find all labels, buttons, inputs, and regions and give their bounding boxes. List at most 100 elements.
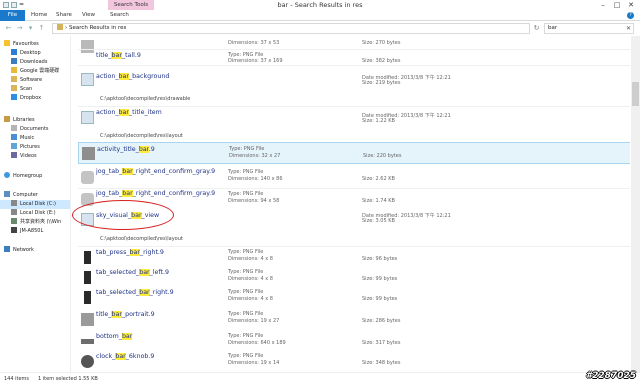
nav-favourites[interactable]: Favourites: [4, 40, 39, 49]
file-type: Type: PNG File: [228, 169, 264, 175]
nav-local-disk-c[interactable]: Local Disk (C:): [0, 200, 70, 209]
scrollbar-thumb[interactable]: [632, 82, 639, 106]
file-size: Size: 270 bytes: [362, 40, 401, 46]
nav-downloads[interactable]: Downloads: [11, 58, 47, 67]
file-size: Size: 3.05 KB: [362, 218, 395, 224]
file-name: action_bar_background: [96, 73, 170, 80]
list-item[interactable]: action_bar_background Date modified: 201…: [78, 68, 630, 104]
nav-device[interactable]: JM-A850L: [11, 227, 43, 236]
file-type: Type: PNG File: [228, 353, 264, 359]
disk-icon: [11, 209, 17, 215]
forward-button[interactable]: →: [15, 24, 24, 33]
computer-icon: [4, 191, 10, 197]
tab-search[interactable]: Search: [110, 10, 129, 21]
file-size: Size: 382 bytes: [362, 58, 401, 64]
xml-file-icon: [81, 111, 94, 124]
nav-homegroup[interactable]: Homegroup: [4, 172, 42, 181]
file-name: tab_selected_bar_left.9: [96, 269, 170, 276]
file-size: Size: 2.62 KB: [362, 176, 395, 182]
clear-search-icon[interactable]: ✕: [626, 24, 631, 33]
minimize-button[interactable]: –: [596, 0, 610, 10]
explorer-window: = Search Tools bar - Search Results in r…: [0, 0, 640, 386]
status-bar: 144 items 1 item selected 1.55 KB: [0, 372, 640, 386]
nav-computer[interactable]: Computer: [4, 191, 38, 200]
list-item[interactable]: bottom_bar Type: PNG File Dimensions: 64…: [78, 330, 630, 352]
file-size: Size: 220 bytes: [363, 153, 402, 159]
file-dimensions: Dimensions: 37 x 169: [228, 58, 283, 64]
search-input[interactable]: bar ✕: [544, 23, 634, 34]
file-size: Size: 1.22 KB: [362, 118, 395, 124]
file-type: Type: PNG File: [228, 289, 264, 295]
documents-icon: [11, 125, 17, 131]
png-thumbnail-icon: [81, 313, 94, 326]
tab-share[interactable]: Share: [56, 10, 72, 21]
search-value: bar: [548, 25, 558, 31]
pictures-icon: [11, 143, 17, 149]
drive-icon: [11, 67, 17, 73]
help-icon[interactable]: ?: [627, 12, 634, 19]
back-button[interactable]: ←: [4, 24, 13, 33]
ribbon-tabs: File Home Share View Search ?: [0, 10, 640, 21]
file-size: Size: 348 bytes: [362, 360, 401, 366]
list-item[interactable]: clock_bar_6knob.9 Type: PNG File Dimensi…: [78, 350, 630, 372]
nav-videos[interactable]: Videos: [11, 152, 37, 161]
file-name: action_bar_title_item: [96, 109, 162, 116]
file-path: C:\apktool\decompiled\res\drawable: [100, 96, 191, 102]
file-dimensions: Dimensions: 94 x 58: [228, 198, 280, 204]
png-thumbnail-icon: [81, 193, 94, 206]
file-dimensions: Dimensions: 19 x 27: [228, 318, 280, 324]
vertical-scrollbar[interactable]: [631, 36, 640, 372]
file-name: sky_visual_bar_view: [96, 212, 160, 219]
refresh-icon[interactable]: ↻: [532, 24, 541, 33]
png-thumbnail-icon: [81, 355, 94, 368]
list-item[interactable]: jog_tab_bar_right_end_confirm_gray.9 Typ…: [78, 166, 630, 188]
nav-libraries[interactable]: Libraries: [4, 116, 35, 125]
nav-pictures[interactable]: Pictures: [11, 143, 40, 152]
network-drive-icon: [11, 218, 17, 224]
nav-documents[interactable]: Documents: [11, 125, 49, 134]
list-item-selected[interactable]: activity_title_bar.9 Type: PNG File Dime…: [78, 142, 630, 164]
list-item[interactable]: action_bar_title_item Date modified: 201…: [78, 106, 630, 142]
recent-locations-button[interactable]: ▾: [26, 24, 35, 33]
list-item[interactable]: tab_press_bar_right.9 Type: PNG File Dim…: [78, 246, 630, 268]
tab-view[interactable]: View: [82, 10, 95, 21]
maximize-button[interactable]: □: [610, 0, 624, 10]
file-name: clock_bar_6knob.9: [96, 353, 155, 360]
nav-scan[interactable]: Scan: [11, 85, 32, 94]
nav-software[interactable]: Software: [11, 76, 42, 85]
address-bar[interactable]: › Search Results in res: [52, 23, 530, 34]
file-dimensions: Dimensions: 640 x 189: [228, 340, 286, 346]
list-item[interactable]: jog_tab_bar_right_end_confirm_gray.9 Typ…: [78, 188, 630, 210]
nav-desktop[interactable]: Desktop: [11, 49, 41, 58]
list-item[interactable]: tab_selected_bar_right.9 Type: PNG File …: [78, 286, 630, 308]
xml-file-icon: [81, 213, 94, 226]
star-icon: [4, 40, 10, 46]
png-thumbnail-icon: [82, 147, 95, 160]
nav-shared-folder[interactable]: 共享資料夾 (\\Win: [11, 218, 61, 227]
file-name: tab_selected_bar_right.9: [96, 289, 174, 296]
file-dimensions: Dimensions: 19 x 14: [228, 360, 280, 366]
close-button[interactable]: ✕: [624, 0, 638, 10]
file-size: Size: 1.74 KB: [362, 198, 395, 204]
nav-dropbox[interactable]: Dropbox: [11, 94, 41, 103]
address-path: Search Results in res: [68, 25, 127, 31]
png-thumbnail-icon: [84, 251, 91, 264]
list-item-annotated[interactable]: sky_visual_bar_view Date modified: 2013/…: [78, 208, 630, 246]
tab-file[interactable]: File: [0, 10, 25, 21]
watermark: #2287025: [585, 371, 636, 381]
tab-home[interactable]: Home: [31, 10, 47, 21]
list-item[interactable]: tab_selected_bar_left.9 Type: PNG File D…: [78, 266, 630, 288]
file-dimensions: Dimensions: 37 x 53: [228, 40, 280, 46]
nav-network[interactable]: Network: [4, 246, 34, 255]
search-folder-icon: [57, 24, 63, 30]
nav-local-disk-e[interactable]: Local Disk (E:): [11, 209, 56, 218]
nav-google-drive[interactable]: Google 雲端硬碟: [11, 67, 59, 76]
item-count: 144 items: [4, 376, 30, 382]
up-button[interactable]: ↑: [37, 24, 46, 33]
file-type: Type: PNG File: [228, 191, 264, 197]
nav-music[interactable]: Music: [11, 134, 34, 143]
list-item[interactable]: title_bar_portrait.9 Type: PNG File Dime…: [78, 308, 630, 330]
homegroup-icon: [4, 172, 10, 178]
file-name: tab_press_bar_right.9: [96, 249, 164, 256]
selection-info: 1 item selected 1.55 KB: [38, 376, 98, 382]
